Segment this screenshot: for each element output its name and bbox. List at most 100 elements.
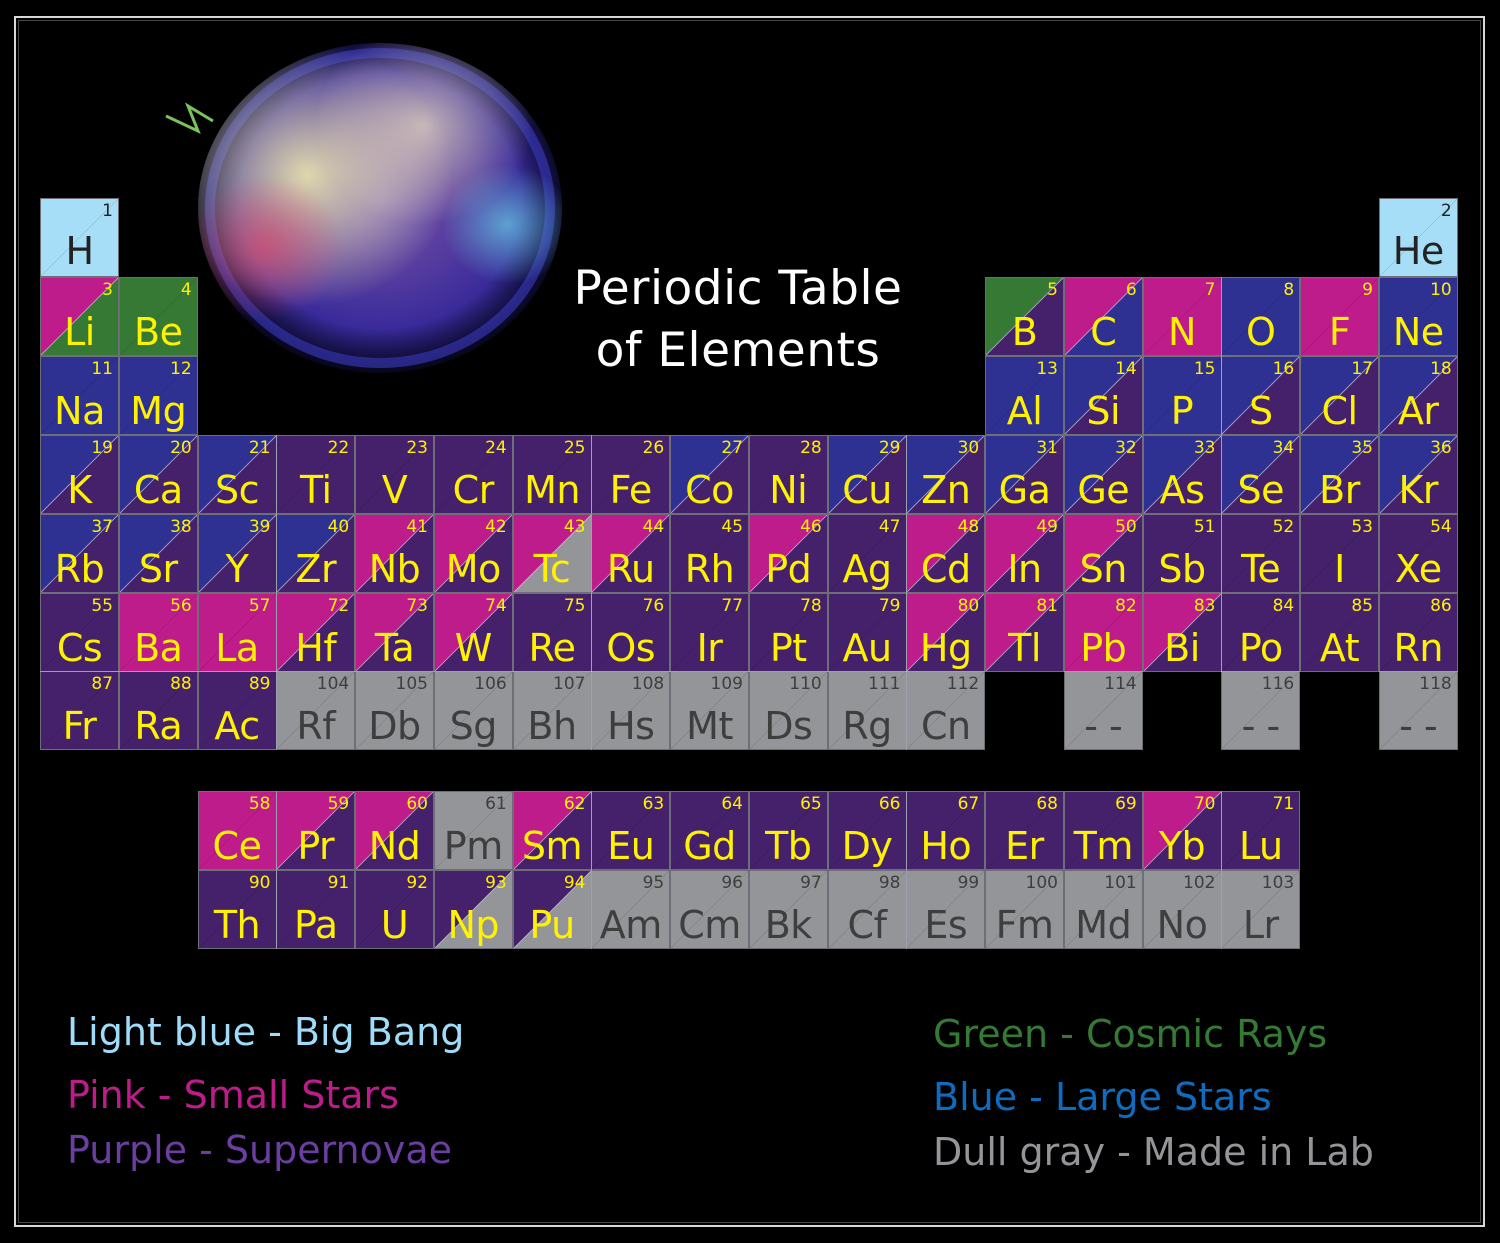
element-as: 33 As bbox=[1142, 435, 1222, 514]
atomic-number: 108 bbox=[631, 674, 665, 694]
element-symbol: Li bbox=[64, 310, 95, 354]
element-symbol: Co bbox=[685, 468, 734, 512]
element-bi: 83 Bi bbox=[1142, 593, 1222, 672]
element-dy: 66 Dy bbox=[827, 791, 907, 870]
element-symbol: Mt bbox=[686, 704, 733, 748]
element-symbol: Y bbox=[225, 547, 249, 591]
element-co: 27 Co bbox=[670, 435, 749, 514]
element-116: 116 - - bbox=[1221, 671, 1301, 750]
element-symbol: Db bbox=[368, 704, 421, 748]
atomic-number: 87 bbox=[91, 674, 113, 694]
atomic-number: 53 bbox=[1351, 517, 1373, 537]
element-symbol: Tm bbox=[1073, 824, 1134, 868]
element-cl: 17 Cl bbox=[1300, 356, 1379, 435]
element-symbol: Bk bbox=[764, 903, 813, 947]
element-ce: 58 Ce bbox=[197, 791, 277, 870]
element-symbol: Ne bbox=[1392, 310, 1444, 354]
element-th: 90 Th bbox=[197, 870, 277, 949]
element-symbol: Br bbox=[1319, 468, 1360, 512]
element-symbol: Te bbox=[1241, 547, 1281, 591]
element-al: 13 Al bbox=[985, 356, 1064, 435]
atomic-number: 7 bbox=[1204, 280, 1216, 300]
element-cm: 96 Cm bbox=[670, 870, 749, 949]
atomic-number: 9 bbox=[1362, 280, 1373, 300]
element-symbol: Fr bbox=[62, 704, 97, 748]
element-114: 114 - - bbox=[1063, 671, 1143, 750]
atomic-number: 69 bbox=[1115, 794, 1137, 814]
atomic-number: 29 bbox=[878, 438, 901, 458]
element-symbol: In bbox=[1007, 547, 1042, 591]
atomic-number: 82 bbox=[1115, 596, 1137, 616]
atomic-number: 35 bbox=[1351, 438, 1373, 458]
element-symbol: He bbox=[1392, 229, 1444, 273]
element-symbol: Yb bbox=[1158, 824, 1206, 868]
element-symbol: Tl bbox=[1008, 626, 1041, 670]
element-symbol: Bh bbox=[527, 704, 577, 748]
element-symbol: Ho bbox=[920, 824, 972, 868]
element-symbol: S bbox=[1248, 389, 1273, 433]
element-i: 53 I bbox=[1300, 514, 1379, 593]
atomic-number: 100 bbox=[1025, 873, 1058, 893]
element-symbol: Ta bbox=[374, 626, 415, 670]
title-line-2: of Elements bbox=[595, 323, 881, 378]
element-tc: 43 Tc bbox=[512, 514, 592, 593]
atomic-number: 5 bbox=[1047, 280, 1058, 300]
atomic-number: 73 bbox=[406, 596, 428, 616]
element-symbol: Pr bbox=[297, 824, 335, 868]
element-lr: 103 Lr bbox=[1221, 870, 1301, 949]
atomic-number: 45 bbox=[721, 517, 743, 537]
element-ac: 89 Ac bbox=[197, 671, 277, 750]
element-cu: 29 Cu bbox=[827, 435, 907, 514]
element-ta: 73 Ta bbox=[355, 593, 434, 672]
atomic-number: 41 bbox=[406, 517, 428, 537]
element-symbol: Ar bbox=[1397, 389, 1439, 433]
element-li: 3 Li bbox=[40, 277, 119, 356]
element-symbol: Na bbox=[54, 389, 105, 433]
atomic-number: 86 bbox=[1430, 596, 1452, 616]
element-symbol: U bbox=[380, 903, 409, 947]
element-cf: 98 Cf bbox=[827, 870, 907, 949]
element-xe: 54 Xe bbox=[1378, 514, 1458, 593]
element-cr: 24 Cr bbox=[433, 435, 513, 514]
element-rh: 45 Rh bbox=[670, 514, 749, 593]
element-kr: 36 Kr bbox=[1378, 435, 1458, 514]
atomic-number: 114 bbox=[1104, 674, 1137, 694]
element-symbol: Bi bbox=[1164, 626, 1200, 670]
atomic-number: 77 bbox=[721, 596, 743, 616]
element-symbol: Hg bbox=[919, 626, 972, 670]
element-symbol: Pu bbox=[529, 903, 575, 947]
element-zr: 40 Zr bbox=[276, 514, 356, 593]
element-symbol: Fe bbox=[609, 468, 653, 512]
element-rg: 111 Rg bbox=[827, 671, 907, 750]
element-u: 92 U bbox=[355, 870, 434, 949]
element-nb: 41 Nb bbox=[355, 514, 434, 593]
element-symbol: Cm bbox=[678, 903, 741, 947]
atomic-number: 68 bbox=[1036, 794, 1058, 814]
element-hg: 80 Hg bbox=[906, 593, 986, 672]
page-title: Periodic Table of Elements bbox=[520, 258, 956, 382]
element-os: 76 Os bbox=[591, 593, 671, 672]
element-cn: 112 Cn bbox=[906, 671, 986, 750]
element-symbol: - - bbox=[1241, 704, 1281, 748]
atomic-number: 10 bbox=[1430, 280, 1452, 300]
atomic-number: 3 bbox=[102, 280, 113, 300]
atomic-number: 22 bbox=[327, 438, 350, 458]
atomic-number: 71 bbox=[1272, 794, 1295, 814]
atomic-number: 11 bbox=[91, 359, 113, 379]
element-v: 23 V bbox=[355, 435, 434, 514]
element-symbol: Er bbox=[1005, 824, 1044, 868]
atomic-number: 27 bbox=[721, 438, 743, 458]
element-symbol: Np bbox=[447, 903, 500, 947]
element-symbol: Mn bbox=[524, 468, 580, 512]
element-symbol: Lu bbox=[1238, 824, 1283, 868]
atomic-number: 49 bbox=[1036, 517, 1058, 537]
atomic-number: 74 bbox=[485, 596, 507, 616]
element-sg: 106 Sg bbox=[433, 671, 513, 750]
element-symbol: Nb bbox=[368, 547, 421, 591]
element-zn: 30 Zn bbox=[906, 435, 986, 514]
atomic-number: 85 bbox=[1351, 596, 1373, 616]
atomic-number: 81 bbox=[1036, 596, 1058, 616]
element-pm: 61 Pm bbox=[433, 791, 513, 870]
legend-item: Light blue - Big Bang bbox=[67, 1010, 465, 1054]
atomic-number: 6 bbox=[1125, 280, 1137, 300]
